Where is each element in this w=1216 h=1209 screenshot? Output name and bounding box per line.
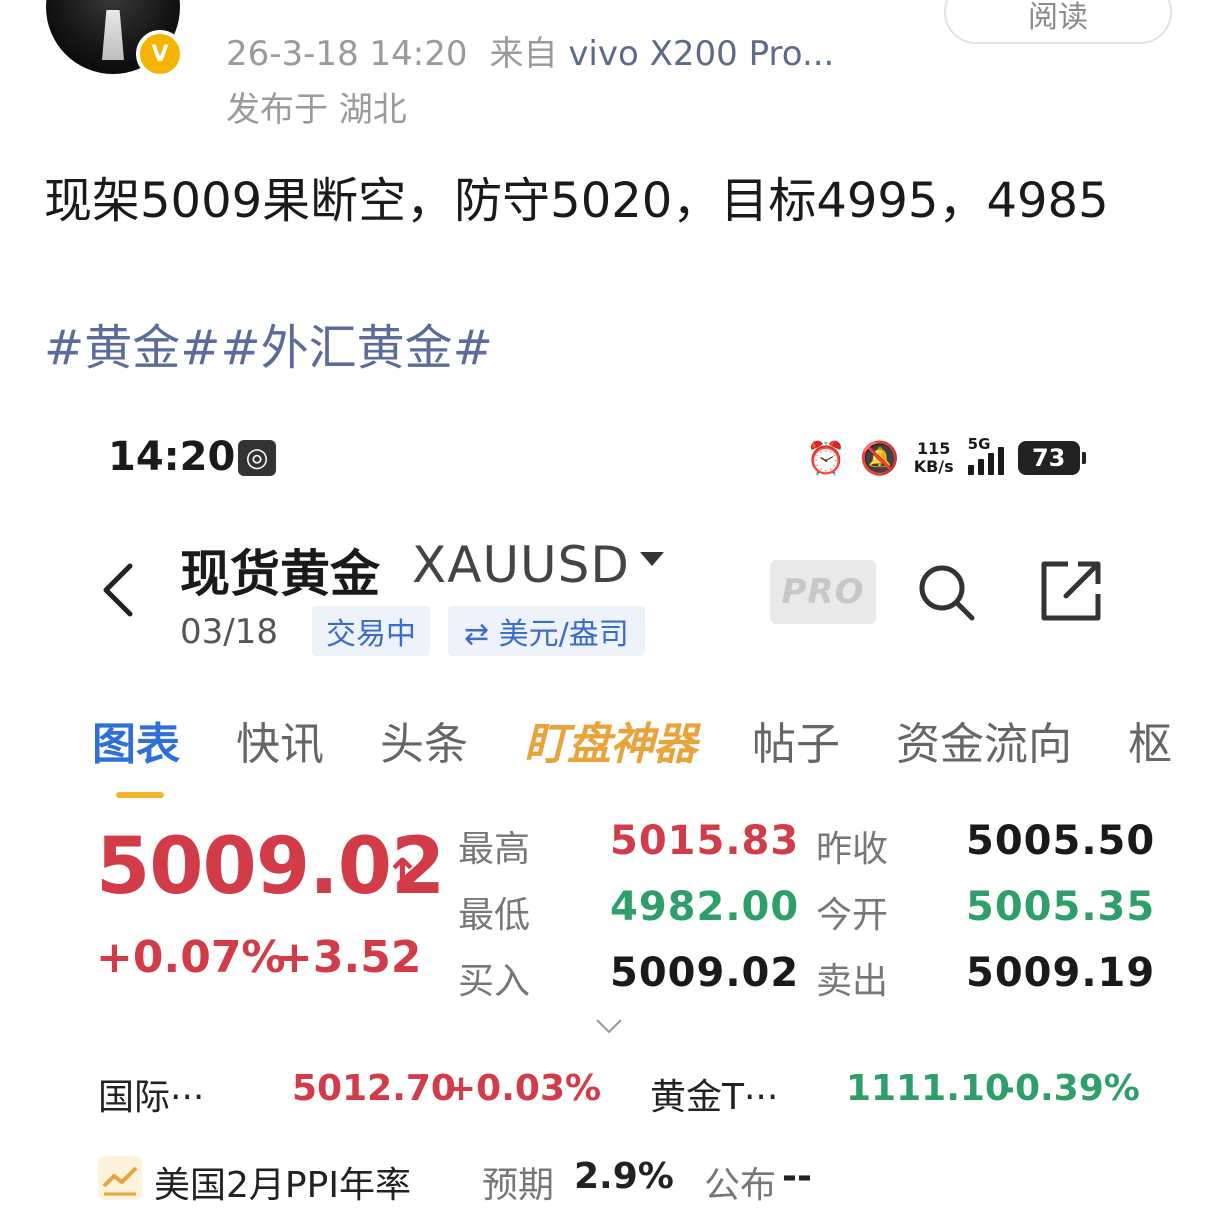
post-timestamp: 26-3-18 14:20 xyxy=(226,34,468,74)
tab-headlines[interactable]: 头条 xyxy=(380,708,468,772)
post-location: 发布于 湖北 xyxy=(226,90,407,130)
share-icon[interactable] xyxy=(1038,558,1104,624)
tab-posts[interactable]: 帖子 xyxy=(752,708,840,772)
bid-label: 买入 xyxy=(458,961,531,1002)
search-icon[interactable] xyxy=(914,560,978,624)
open-label: 今开 xyxy=(816,895,889,936)
verified-badge-icon: V xyxy=(136,30,184,78)
ask-value: 5009.19 xyxy=(966,950,1156,996)
screen-record-icon: ◎ xyxy=(238,440,276,476)
mute-icon: 🔕 xyxy=(859,439,900,477)
related-price-gold-td: 1111.10 xyxy=(846,1068,1010,1109)
post-text: 现架5009果断空，防守5020，目标4995，4985 xyxy=(44,173,1109,229)
change-absolute: +3.52 xyxy=(276,932,422,983)
tab-more[interactable]: 枢 xyxy=(1128,708,1172,772)
status-time: 14:20 xyxy=(108,434,236,480)
event-actual-label: 公布 xyxy=(704,1165,777,1206)
instrument-title: 现货黄金 xyxy=(180,545,380,603)
post-meta: 26-3-18 14:20 来自 vivo X200 Pro... xyxy=(226,26,834,75)
instrument-symbol[interactable]: XAUUSD xyxy=(412,536,630,594)
chevron-down-icon[interactable] xyxy=(640,552,664,566)
back-icon[interactable] xyxy=(96,560,140,620)
unit-toggle[interactable]: ⇄ 美元/盎司 xyxy=(448,606,645,656)
low-label: 最低 xyxy=(458,895,531,936)
related-price-intl: 5012.70 xyxy=(292,1068,456,1109)
tab-flash-news[interactable]: 快讯 xyxy=(236,708,324,772)
event-name[interactable]: 美国2月PPI年率 xyxy=(154,1156,411,1208)
trading-status-badge: 交易中 xyxy=(312,606,430,656)
open-value: 5005.35 xyxy=(966,884,1156,930)
event-expected-value: 2.9% xyxy=(574,1156,674,1197)
post-hashtags[interactable]: #黄金##外汇黄金# xyxy=(44,308,493,378)
network-speed-unit: KB/s xyxy=(913,457,954,476)
alarm-icon: ⏰ xyxy=(806,439,846,477)
tab-fund-flow[interactable]: 资金流向 xyxy=(896,708,1072,772)
tab-chart[interactable]: 图表 xyxy=(92,708,180,798)
trend-icon xyxy=(98,1156,142,1200)
arrow-up-icon: ↑ xyxy=(384,850,421,901)
network-type: 5G xyxy=(967,435,991,453)
signal-icon: 5G xyxy=(967,435,1004,475)
read-button[interactable]: 阅读 xyxy=(944,0,1172,44)
pro-button[interactable]: PRO xyxy=(770,560,876,624)
event-actual-value: -- xyxy=(782,1156,812,1197)
change-percent: +0.07% xyxy=(96,932,286,983)
post-source-device[interactable]: vivo X200 Pro... xyxy=(568,34,834,74)
post-source-prefix: 来自 xyxy=(489,34,558,74)
tab-bar: 图表 快讯 头条 盯盘神器 帖子 资金流向 枢 xyxy=(92,708,1216,798)
ask-label: 卖出 xyxy=(816,961,889,1002)
high-label: 最高 xyxy=(458,829,531,870)
battery-icon: 73 xyxy=(1017,441,1086,475)
low-value: 4982.00 xyxy=(610,884,800,930)
event-expected-label: 预期 xyxy=(482,1165,555,1206)
chevron-down-icon[interactable] xyxy=(594,1016,624,1036)
related-name-intl[interactable]: 国际··· xyxy=(98,1068,204,1120)
network-speed-value: 115 xyxy=(916,439,951,458)
quote-date: 03/18 xyxy=(180,612,278,652)
network-speed: 115 KB/s xyxy=(914,440,954,476)
status-bar-icons: ⏰ 🔕 115 KB/s 5G 73 xyxy=(806,435,1086,480)
related-change-intl: +0.03% xyxy=(446,1068,602,1109)
high-value: 5015.83 xyxy=(610,818,800,864)
tab-watch-tool[interactable]: 盯盘神器 xyxy=(524,708,697,772)
related-change-gold-td: -0.39% xyxy=(1000,1068,1140,1109)
bid-value: 5009.02 xyxy=(610,950,800,996)
prev-close-label: 昨收 xyxy=(816,829,889,870)
prev-close-value: 5005.50 xyxy=(966,818,1156,864)
related-name-gold-td[interactable]: 黄金T··· xyxy=(650,1068,778,1120)
